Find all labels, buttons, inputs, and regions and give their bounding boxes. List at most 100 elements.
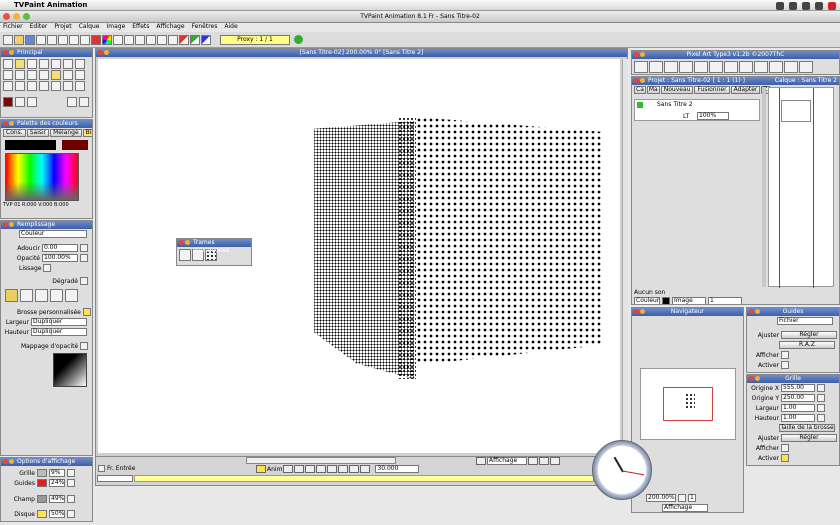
header-fusionner[interactable]: Fusionner	[694, 86, 730, 94]
view-icon[interactable]	[157, 34, 167, 45]
red-mask-icon[interactable]	[179, 34, 189, 45]
menu-aide[interactable]: Aide	[224, 23, 237, 32]
grille-afficher-checkbox[interactable]	[781, 444, 789, 452]
tab-melange[interactable]: Mélange	[50, 129, 82, 137]
degrade-checkbox[interactable]	[80, 277, 88, 285]
origine-x-stepper-icon[interactable]	[817, 384, 825, 392]
origine-y-input[interactable]: 250.00	[781, 394, 815, 402]
light-table-icon[interactable]	[113, 34, 123, 45]
clone-tool-icon[interactable]	[39, 81, 49, 91]
grille-color[interactable]	[37, 469, 47, 477]
smudge-tool-icon[interactable]	[15, 81, 25, 91]
opacite-input[interactable]: 100.00%	[42, 254, 78, 262]
fps-input[interactable]: 30.000	[375, 465, 420, 473]
frame-thumbnail[interactable]	[781, 100, 811, 122]
image-select[interactable]: Image	[672, 297, 706, 304]
swap-icon[interactable]	[27, 97, 37, 107]
crop-tool-icon[interactable]	[75, 81, 85, 91]
grid-icon[interactable]	[124, 34, 134, 45]
spotlight-icon[interactable]	[776, 1, 784, 10]
pixel-tool-3-icon[interactable]	[664, 61, 678, 73]
loop-icon[interactable]	[256, 465, 266, 473]
pixel-tool-12-icon[interactable]	[799, 61, 813, 73]
pixel-tool-5-icon[interactable]	[694, 61, 708, 73]
header-ma[interactable]: Ma	[646, 86, 660, 94]
save-icon[interactable]	[25, 34, 35, 45]
move-tool-icon[interactable]	[75, 70, 85, 80]
champ-color[interactable]	[37, 495, 47, 503]
couleur-select[interactable]: Couleur	[634, 297, 660, 304]
new-icon[interactable]	[3, 34, 13, 45]
prev-frame-icon[interactable]	[305, 465, 316, 473]
timeline-hscroll[interactable]	[246, 457, 396, 464]
forward-icon[interactable]	[349, 465, 360, 473]
view-pin-icon[interactable]	[476, 457, 486, 465]
rewind-icon[interactable]	[294, 465, 305, 473]
app-name[interactable]: TVPaint Animation	[14, 1, 87, 9]
play-icon[interactable]	[80, 34, 90, 45]
trame-blank-icon[interactable]	[179, 249, 191, 261]
view-b-icon[interactable]	[539, 457, 549, 465]
navigator-affichage[interactable]: Affichage	[662, 504, 708, 512]
disque-stepper-icon[interactable]	[67, 510, 75, 518]
layer-visible-icon[interactable]	[637, 102, 643, 108]
menu-editer[interactable]: Editer	[30, 23, 48, 32]
wifi-icon[interactable]	[802, 1, 810, 10]
fx-icon[interactable]	[58, 34, 68, 45]
color-chip[interactable]	[662, 297, 670, 304]
hauteur-select[interactable]: Dupliquer	[31, 328, 87, 336]
origine-y-stepper-icon[interactable]	[817, 394, 825, 402]
menu-fichier[interactable]: Fichier	[3, 23, 23, 32]
grid-hauteur-input[interactable]: 1.00	[781, 414, 815, 422]
layout-icon[interactable]	[146, 34, 156, 45]
guides-raz-button[interactable]: R.A.Z	[779, 341, 835, 349]
timeline-track[interactable]	[134, 475, 594, 482]
eraser-tool-icon[interactable]	[63, 70, 73, 80]
status-icon[interactable]	[294, 35, 303, 44]
fill-tool-icon[interactable]	[39, 70, 49, 80]
view-a-icon[interactable]	[528, 457, 538, 465]
canvas-vscroll[interactable]	[622, 59, 628, 453]
affichage-select[interactable]: Affichage	[487, 457, 527, 465]
fill-mode-select[interactable]: Couleur	[19, 230, 87, 238]
tab-saisir[interactable]: Saisir	[26, 129, 50, 137]
gradient-tool-icon[interactable]	[51, 81, 61, 91]
stop-icon[interactable]	[91, 34, 101, 45]
next-frame-icon[interactable]	[338, 465, 349, 473]
pixel-tool-9-icon[interactable]	[754, 61, 768, 73]
fill-shape-icon[interactable]	[50, 289, 63, 302]
pixel-tool-2-icon[interactable]	[649, 61, 663, 73]
color-palette-grid[interactable]	[5, 153, 79, 201]
menu-affichage[interactable]: Affichage	[156, 23, 184, 32]
primary-color[interactable]	[5, 140, 57, 150]
stop-button-icon[interactable]	[327, 465, 338, 473]
champ-value[interactable]: 49%	[49, 495, 65, 503]
mode-label[interactable]: Fr. Entrée	[107, 465, 135, 472]
menu-fenetres[interactable]: Fenêtres	[192, 23, 218, 32]
layer-name[interactable]: Sans Titre 2	[657, 101, 693, 108]
disque-color[interactable]	[37, 510, 47, 518]
fill-square-icon[interactable]	[65, 289, 78, 302]
fill-radial-icon[interactable]	[35, 289, 48, 302]
first-frame-icon[interactable]	[283, 465, 294, 473]
line-tool-icon[interactable]	[3, 59, 13, 69]
timeline-sheet[interactable]	[768, 87, 834, 288]
panel-icon[interactable]	[135, 34, 145, 45]
guides-value[interactable]: 24%	[49, 479, 65, 487]
tool-icon[interactable]	[47, 34, 57, 45]
grid-hauteur-stepper-icon[interactable]	[817, 414, 825, 422]
blue-mask-icon[interactable]	[201, 34, 211, 45]
taille-brosse-button[interactable]: Taille de la brosse	[779, 424, 835, 432]
select-tool-icon[interactable]	[3, 70, 13, 80]
guides-fichier[interactable]: Fichier	[777, 317, 833, 325]
guides-activer-checkbox[interactable]	[781, 361, 789, 369]
guides-regler-button[interactable]: Régler	[781, 331, 837, 339]
opacite-stepper-icon[interactable]	[80, 254, 88, 262]
guides-afficher-checkbox[interactable]	[781, 351, 789, 359]
grille-regler-button[interactable]: Régler	[781, 434, 837, 442]
text-tool-icon[interactable]	[27, 81, 37, 91]
freehand-tool-icon[interactable]	[75, 59, 85, 69]
pixel-tool-4-icon[interactable]	[679, 61, 693, 73]
pixel-tool-7-icon[interactable]	[724, 61, 738, 73]
menu-calque[interactable]: Calque	[79, 23, 100, 32]
